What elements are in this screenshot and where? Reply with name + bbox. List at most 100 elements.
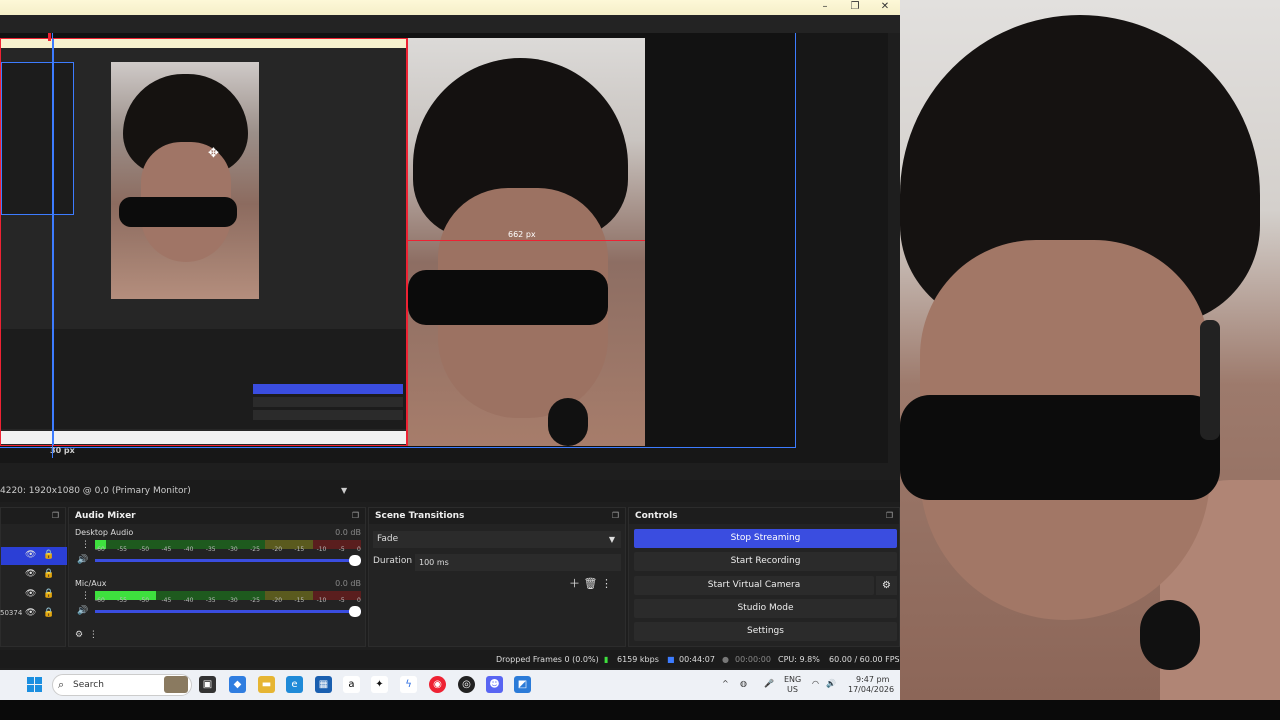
sources-dock-header: ❐	[1, 508, 65, 524]
meter-tick-label: -60	[95, 546, 105, 553]
more-icon[interactable]: ⋮	[81, 540, 90, 550]
volume-slider[interactable]	[95, 555, 361, 566]
dock-float-icon[interactable]: ❐	[52, 508, 59, 524]
copilot-icon[interactable]: ◆	[229, 676, 246, 693]
duration-label: Duration	[373, 556, 413, 566]
obs-window: – ❐ ✕ 662 px 30 px ✥ 4220: 1920x1080 @ 0…	[0, 0, 900, 700]
duration-input[interactable]: 100 ms	[415, 554, 621, 571]
source-id-label: 50374	[0, 609, 23, 617]
eye-icon[interactable]: 👁	[25, 608, 36, 618]
source-row[interactable]: 👁 🔒	[1, 547, 67, 565]
stop-streaming-button[interactable]: Stop Streaming	[634, 529, 897, 548]
chrome-icon[interactable]: ◉	[429, 676, 446, 693]
meter-tick-label: -30	[227, 597, 238, 604]
speaker-icon[interactable]: 🔊	[77, 606, 88, 616]
store-icon[interactable]: ▦	[315, 676, 332, 693]
dock-float-icon[interactable]: ❐	[886, 508, 893, 524]
clock-time[interactable]: 9:47 pm	[856, 675, 889, 684]
scene-transitions-dock: Scene Transitions ❐ Fade ▼ Duration 100 ms…	[368, 507, 626, 647]
studio-mode-button[interactable]: Studio Mode	[634, 599, 897, 618]
amazon-icon[interactable]: a	[343, 676, 360, 693]
app-bolt-icon[interactable]: ϟ	[400, 676, 417, 693]
source-row[interactable]: 👁 🔒	[1, 566, 67, 584]
meter-tick-label: -35	[205, 597, 216, 604]
meter-tick-label: -20	[272, 546, 283, 553]
lock-icon[interactable]: 🔒	[43, 608, 54, 618]
record-icon: ●	[722, 655, 729, 664]
lock-icon[interactable]: 🔒	[43, 569, 54, 579]
slider-knob[interactable]	[349, 606, 361, 617]
settings-button[interactable]: Settings	[634, 622, 897, 641]
offset-distance-label: 30 px	[50, 446, 75, 455]
eye-icon[interactable]: 👁	[25, 569, 36, 579]
start-virtual-camera-button[interactable]: Start Virtual Camera	[634, 576, 874, 595]
meter-tick-label: -25	[250, 597, 260, 604]
add-icon[interactable]: ＋	[569, 577, 580, 590]
eye-icon[interactable]: 👁	[25, 589, 36, 599]
trash-icon[interactable]: 🗑	[584, 577, 598, 590]
chevron-down-icon[interactable]: ▼	[341, 483, 347, 499]
advanced-audio-icon[interactable]: ⚙	[75, 630, 83, 640]
webcam-source[interactable]	[407, 38, 645, 446]
more-icon[interactable]: ⋮	[81, 591, 90, 601]
more-icon[interactable]: ⋮	[89, 630, 98, 640]
meter-tick-label: -5	[338, 546, 345, 553]
meter-ticks: -60 -55 -50 -45 -40 -35 -30 -25 -20 -15 -10 -5 0	[95, 597, 361, 606]
dock-float-icon[interactable]: ❐	[612, 508, 619, 524]
nested-guide-line	[53, 39, 54, 445]
audio-mixer-dock: Audio Mixer ❐ Desktop Audio 0.0 dB ⋮ -60 -…	[68, 507, 366, 647]
obs-icon[interactable]: ◎	[458, 676, 475, 693]
nested-virtual-camera	[253, 410, 403, 420]
display-capture-select[interactable]: 4220: 1920x1080 @ 0,0 (Primary Monitor)	[0, 483, 352, 499]
menu-bar	[0, 15, 900, 33]
language-label[interactable]: ENG	[784, 675, 801, 684]
meter-tick-label: -40	[183, 597, 194, 604]
canvas-bounds: 662 px	[0, 33, 796, 448]
network-app-icon[interactable]: ◍	[740, 679, 747, 688]
volume-icon[interactable]: 🔊	[826, 679, 836, 688]
meter-tick-label: 0	[357, 546, 361, 553]
task-view-icon[interactable]: ▣	[199, 676, 216, 693]
lock-icon[interactable]: 🔒	[43, 589, 54, 599]
search-icon: ⌕	[58, 678, 65, 691]
meter-tick-label: -35	[205, 546, 216, 553]
more-icon[interactable]: ⋮	[601, 577, 612, 590]
stream-time: 00:44:07	[679, 655, 715, 664]
meter-tick-label: -50	[139, 546, 150, 553]
sunglasses	[408, 270, 608, 325]
nested-taskbar	[1, 431, 406, 444]
dropped-frames: Dropped Frames 0 (0.0%)	[496, 655, 599, 664]
gear-icon[interactable]: ⚙	[876, 576, 897, 595]
dock-float-icon[interactable]: ❐	[352, 508, 359, 524]
speaker-icon[interactable]: 🔊	[77, 555, 88, 565]
file-explorer-icon[interactable]: ▬	[258, 676, 275, 693]
region-label: US	[787, 685, 798, 694]
wifi-icon[interactable]: ◠	[812, 679, 819, 688]
widget-icon[interactable]	[164, 676, 188, 693]
slider-knob[interactable]	[349, 555, 361, 566]
lock-icon[interactable]: 🔒	[43, 550, 54, 560]
close-icon[interactable]: ✕	[870, 0, 900, 15]
status-bar: Dropped Frames 0 (0.0%) ▮ 6159 kbps ■ 00…	[0, 650, 900, 668]
discord-icon[interactable]: ☻	[486, 676, 503, 693]
edge-icon[interactable]: e	[286, 676, 303, 693]
source-row[interactable]: 👁 🔒	[1, 586, 67, 604]
nested-stop-streaming	[253, 384, 403, 394]
eye-icon[interactable]: 👁	[25, 550, 36, 560]
maximize-icon[interactable]: ❐	[840, 0, 870, 15]
transition-select[interactable]: Fade ▼	[373, 531, 621, 548]
dropbox-icon[interactable]: ✦	[371, 676, 388, 693]
chevron-up-icon[interactable]: ^	[722, 679, 729, 688]
windows-start-icon[interactable]	[27, 677, 43, 693]
preview-area[interactable]: 662 px 30 px ✥	[0, 33, 888, 463]
volume-slider[interactable]	[95, 606, 361, 617]
start-recording-button[interactable]: Start Recording	[634, 552, 897, 571]
clock-date: 17/04/2026	[848, 685, 895, 694]
minimize-icon[interactable]: –	[810, 0, 840, 15]
nested-screen-capture-source[interactable]	[0, 38, 407, 446]
source-toolbar: 4220: 1920x1080 @ 0,0 (Primary Monitor) …	[0, 480, 900, 502]
microphone-icon[interactable]: 🎤	[764, 679, 774, 688]
mixer-channel-mic: Mic/Aux 0.0 dB ⋮ -60 -55 -50 -45 -40 -35 -30 -2…	[75, 579, 363, 627]
photos-icon[interactable]: ◩	[514, 676, 531, 693]
meter-tick-label: -10	[316, 546, 327, 553]
